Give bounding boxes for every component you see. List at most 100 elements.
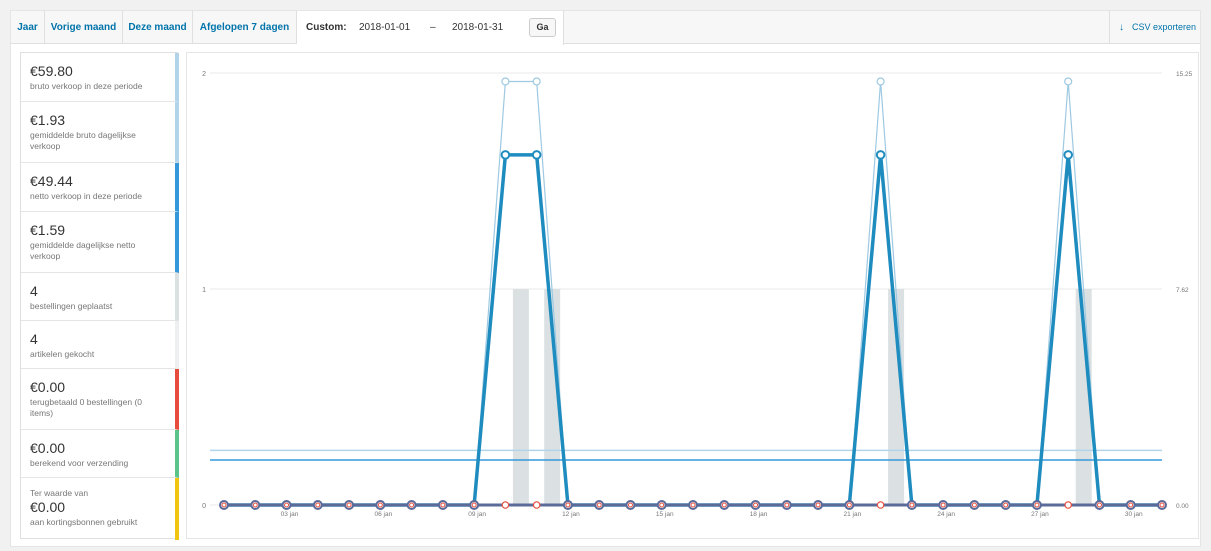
- data-point: [315, 502, 321, 508]
- legend-item-orders[interactable]: 4 bestellingen geplaatst: [21, 273, 179, 321]
- legend-desc: netto verkoop in deze periode: [30, 191, 142, 201]
- data-point: [1096, 502, 1102, 508]
- x-tick-label: 24 jan: [937, 511, 955, 518]
- tab-year[interactable]: Jaar: [11, 11, 45, 44]
- custom-label: Custom:: [306, 22, 347, 33]
- date-to-field[interactable]: 2018-01-31: [452, 11, 503, 44]
- chart-svg: 0 1 2 0.00 7.62 15.25 03 jan 06 jan 09 jan 12 jan…: [186, 52, 1199, 539]
- legend-amount: €1.59: [30, 222, 66, 238]
- legend-item-items[interactable]: 4 artikelen gekocht: [21, 321, 179, 369]
- tab-this-month[interactable]: Deze maand: [123, 11, 193, 44]
- legend-desc: bestellingen geplaatst: [30, 301, 113, 311]
- go-button[interactable]: Ga: [529, 18, 556, 37]
- data-point: [596, 502, 602, 508]
- y-tick-right: 0.00: [1176, 503, 1189, 510]
- reports-page: Jaar Vorige maand Deze maand Afgelopen 7…: [0, 0, 1211, 551]
- y-tick-right: 7.62: [1176, 287, 1189, 294]
- x-tick-label: 21 jan: [843, 511, 861, 518]
- tab-last-7-days[interactable]: Afgelopen 7 dagen: [193, 11, 297, 44]
- report-panel: Jaar Vorige maand Deze maand Afgelopen 7…: [10, 10, 1201, 547]
- order-bar: [512, 289, 529, 505]
- legend-item-avg-net[interactable]: €1.59 gemiddelde dagelijkse netto verkoo…: [21, 212, 179, 273]
- legend-desc: gemiddelde bruto dagelijkse verkoop: [30, 130, 136, 151]
- data-point: [501, 501, 510, 509]
- x-tick-label: 12 jan: [562, 511, 580, 518]
- sales-chart: 0 1 2 0.00 7.62 15.25 03 jan 06 jan 09 jan 12 jan…: [186, 52, 1200, 539]
- x-tick-label: 27 jan: [1031, 511, 1049, 518]
- data-point: [784, 502, 790, 508]
- data-point: [876, 77, 885, 86]
- chart-legend: €59.80 bruto verkoop in deze periode €1.…: [20, 52, 179, 540]
- x-tick-label: 15 jan: [656, 511, 674, 518]
- data-point: [531, 150, 542, 160]
- legend-desc: berekend voor verzending: [30, 458, 129, 468]
- legend-prefix: Ter waarde van: [30, 488, 89, 498]
- data-point: [971, 502, 977, 508]
- data-point: [875, 150, 886, 160]
- x-tick-label: 06 jan: [374, 511, 392, 518]
- legend-amount: €49.44: [30, 173, 73, 189]
- date-from-field[interactable]: 2018-01-01: [359, 11, 410, 44]
- y-tick-right: 15.25: [1176, 71, 1193, 78]
- tab-last-month[interactable]: Vorige maand: [45, 11, 123, 44]
- legend-item-net-sales[interactable]: €49.44 netto verkoop in deze periode: [21, 163, 179, 212]
- legend-desc: gemiddelde dagelijkse netto verkoop: [30, 240, 136, 261]
- export-csv-button[interactable]: ↓ CSV exporteren: [1109, 11, 1200, 44]
- legend-amount: €0.00: [30, 379, 66, 395]
- x-tick-label: 03 jan: [281, 511, 299, 518]
- data-point: [221, 502, 227, 508]
- data-point: [1064, 77, 1073, 86]
- date-separator: –: [430, 22, 436, 33]
- y-tick-left: 2: [202, 71, 206, 78]
- y-tick-left: 1: [202, 287, 206, 294]
- legend-item-gross-sales[interactable]: €59.80 bruto verkoop in deze periode: [21, 53, 179, 102]
- legend-amount: 4: [30, 283, 38, 299]
- chart-frame: [186, 52, 1199, 539]
- legend-amount: €0.00: [30, 499, 66, 515]
- data-point: [659, 502, 665, 508]
- data-point: [500, 150, 511, 160]
- data-point: [409, 502, 415, 508]
- data-point: [346, 502, 352, 508]
- data-point: [627, 502, 633, 508]
- x-tick-label: 30 jan: [1125, 511, 1143, 518]
- data-point: [252, 502, 258, 508]
- legend-item-refunds[interactable]: €0.00 terugbetaald 0 bestellingen (0 ite…: [21, 369, 179, 430]
- x-tick-label: 18 jan: [750, 511, 768, 518]
- data-point: [876, 501, 885, 509]
- data-point: [1128, 502, 1134, 508]
- data-point: [690, 502, 696, 508]
- legend-amount: 4: [30, 331, 38, 347]
- legend-desc: aan kortingsbonnen gebruikt: [30, 517, 138, 527]
- data-point: [532, 501, 541, 509]
- data-point: [1159, 502, 1165, 508]
- legend-desc: bruto verkoop in deze periode: [30, 81, 143, 91]
- data-point: [815, 502, 821, 508]
- data-point: [1034, 502, 1040, 508]
- data-point: [721, 502, 727, 508]
- data-point: [940, 502, 946, 508]
- export-csv-label: CSV exporteren: [1132, 22, 1197, 32]
- legend-item-coupons[interactable]: Ter waarde van €0.00 aan kortingsbonnen …: [21, 478, 179, 540]
- legend-amount: €1.93: [30, 112, 66, 128]
- data-point: [909, 502, 915, 508]
- data-point: [1063, 150, 1074, 160]
- data-point: [284, 502, 290, 508]
- custom-range: Custom: 2018-01-01 – 2018-01-31 Ga: [297, 11, 564, 45]
- range-tabs: Jaar Vorige maand Deze maand Afgelopen 7…: [11, 11, 1200, 45]
- data-point: [1064, 501, 1073, 509]
- legend-item-shipping[interactable]: €0.00 berekend voor verzending: [21, 430, 179, 478]
- download-arrow-icon: ↓: [1119, 22, 1124, 33]
- data-point: [471, 502, 477, 508]
- legend-desc: terugbetaald 0 bestellingen (0 items): [30, 397, 142, 418]
- legend-amount: €0.00: [30, 440, 66, 456]
- x-tick-label: 09 jan: [468, 511, 486, 518]
- legend-desc: artikelen gekocht: [30, 349, 95, 359]
- data-point: [501, 77, 510, 86]
- legend-amount: €59.80: [30, 63, 73, 79]
- legend-item-avg-gross[interactable]: €1.93 gemiddelde bruto dagelijkse verkoo…: [21, 102, 179, 163]
- data-point: [532, 77, 541, 86]
- data-point: [1003, 502, 1009, 508]
- data-point: [846, 502, 852, 508]
- data-point: [440, 502, 446, 508]
